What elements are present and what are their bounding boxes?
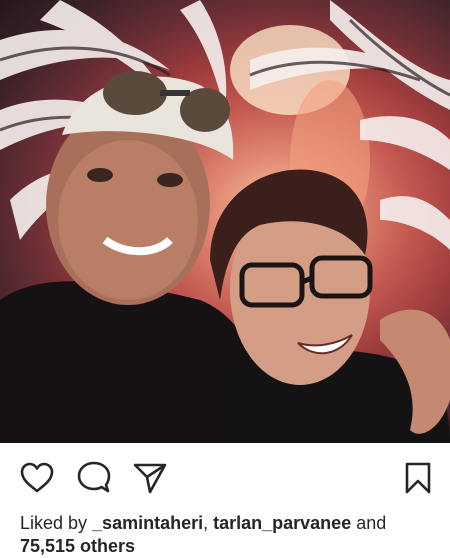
bookmark-icon (405, 462, 431, 494)
liker-username-2[interactable]: tarlan_parvanee (213, 513, 351, 533)
heart-outline-icon (20, 462, 54, 493)
comment-bubble-icon (77, 461, 111, 493)
paper-plane-icon (133, 463, 167, 494)
likes-and: and (351, 513, 387, 533)
like-button[interactable] (18, 461, 56, 495)
post-actions-bar (0, 443, 450, 513)
likes-count[interactable]: 75,515 others (20, 536, 135, 556)
post-photo[interactable] (0, 0, 450, 443)
likes-separator: , (203, 513, 214, 533)
liker-username-1[interactable]: _samintaheri (92, 513, 203, 533)
photo-illustration (0, 0, 450, 443)
comment-button[interactable] (75, 461, 113, 495)
share-button[interactable] (131, 461, 169, 495)
likes-prefix: Liked by (20, 513, 93, 533)
save-button[interactable] (399, 461, 437, 495)
likes-summary: Liked by _samintaheri, tarlan_parvanee a… (20, 512, 440, 558)
